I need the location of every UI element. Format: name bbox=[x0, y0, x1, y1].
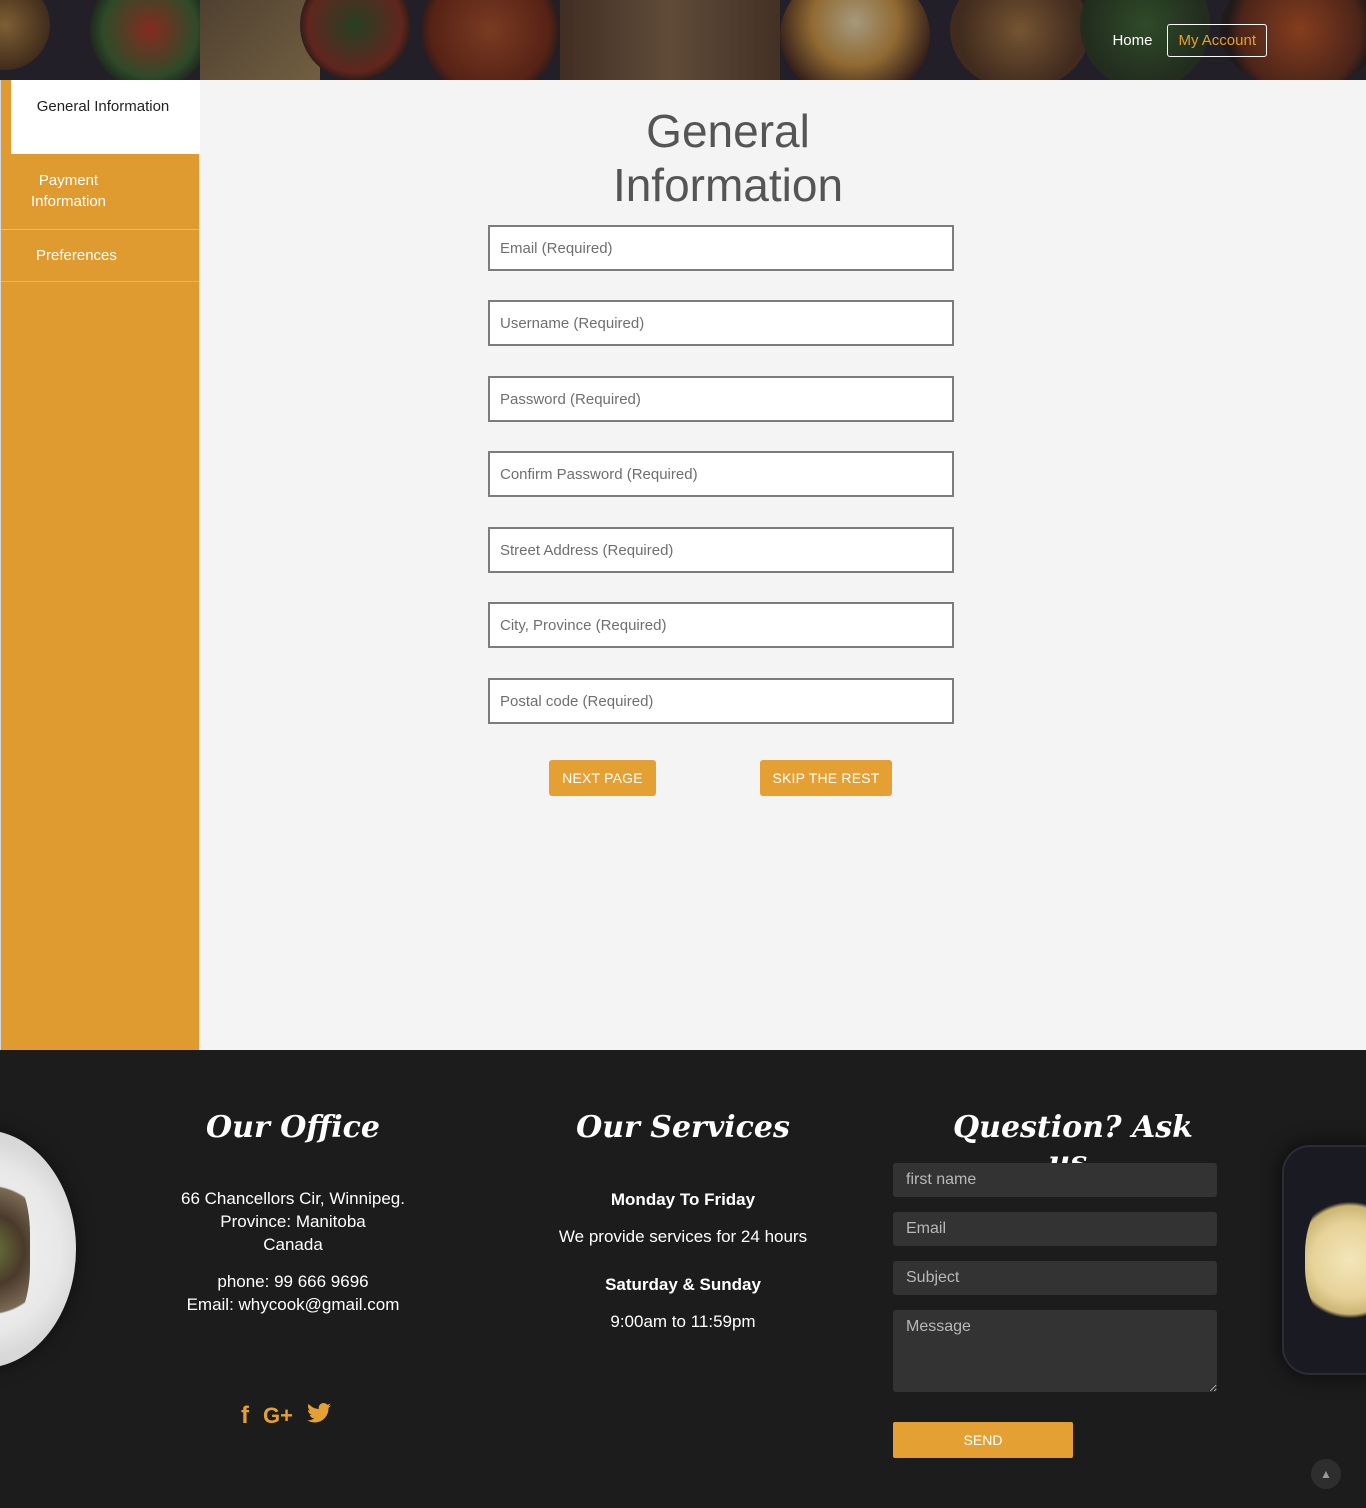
services-weekend-text: 9:00am to 11:59pm bbox=[610, 1312, 756, 1331]
sidebar-item-label: Payment Information bbox=[30, 172, 107, 210]
skip-the-rest-button[interactable]: Skip the rest bbox=[760, 760, 892, 796]
street-address-field[interactable] bbox=[488, 527, 954, 573]
sidebar-item-preferences[interactable]: Preferences bbox=[1, 230, 200, 282]
sidebar-item-label: Preferences bbox=[36, 247, 117, 264]
sidebar-item-general-information[interactable]: General Information bbox=[11, 80, 200, 154]
nav-my-account-button[interactable]: My Account bbox=[1167, 24, 1267, 57]
contact-email-field[interactable] bbox=[893, 1212, 1217, 1246]
facebook-icon[interactable]: f bbox=[241, 1402, 249, 1430]
services-weekend-title: Saturday & Sunday bbox=[605, 1275, 761, 1294]
header-banner: Home My Account bbox=[0, 0, 1366, 80]
page-title: General Information bbox=[612, 105, 844, 211]
email-field[interactable] bbox=[488, 225, 954, 271]
footer: Our Office 66 Chancellors Cir, Winnipeg.… bbox=[0, 1050, 1366, 1508]
sidebar-item-payment-information[interactable]: Payment Information bbox=[1, 154, 131, 229]
services-weekday-title: Monday To Friday bbox=[610, 1190, 756, 1209]
social-links: f G+ bbox=[241, 1402, 331, 1430]
sidebar: General Information Payment Information … bbox=[0, 80, 200, 1050]
twitter-icon[interactable] bbox=[306, 1402, 331, 1430]
next-page-button[interactable]: Next page bbox=[549, 760, 656, 796]
city-province-field[interactable] bbox=[488, 602, 954, 648]
office-address-line1: 66 Chancellors Cir, Winnipeg. bbox=[181, 1189, 405, 1208]
google-plus-icon[interactable]: G+ bbox=[263, 1402, 293, 1430]
password-field[interactable] bbox=[488, 376, 954, 422]
message-field[interactable] bbox=[893, 1310, 1217, 1392]
office-email: Email: whycook@gmail.com bbox=[186, 1295, 400, 1314]
office-address-line2: Province: Manitoba bbox=[220, 1212, 366, 1231]
username-field[interactable] bbox=[488, 300, 954, 346]
chevron-up-icon: ▲ bbox=[1320, 1467, 1332, 1481]
sidebar-item-label: General Information bbox=[36, 98, 170, 115]
first-name-field[interactable] bbox=[893, 1163, 1217, 1197]
services-weekday-text: We provide services for 24 hours bbox=[558, 1227, 808, 1246]
scroll-to-top-button[interactable]: ▲ bbox=[1311, 1459, 1341, 1489]
confirm-password-field[interactable] bbox=[488, 451, 954, 497]
nav-home-link[interactable]: Home bbox=[1112, 32, 1152, 49]
services-heading: Our Services bbox=[576, 1110, 790, 1145]
postal-code-field[interactable] bbox=[488, 678, 954, 724]
office-heading: Our Office bbox=[206, 1110, 380, 1145]
top-nav: Home My Account bbox=[1112, 24, 1267, 57]
send-button[interactable]: Send bbox=[893, 1422, 1073, 1458]
main-content: General Information Next page Skip the r… bbox=[200, 80, 1366, 1050]
office-phone: phone: 99 666 9696 bbox=[217, 1272, 369, 1291]
subject-field[interactable] bbox=[893, 1261, 1217, 1295]
office-address-line3: Canada bbox=[263, 1235, 323, 1254]
